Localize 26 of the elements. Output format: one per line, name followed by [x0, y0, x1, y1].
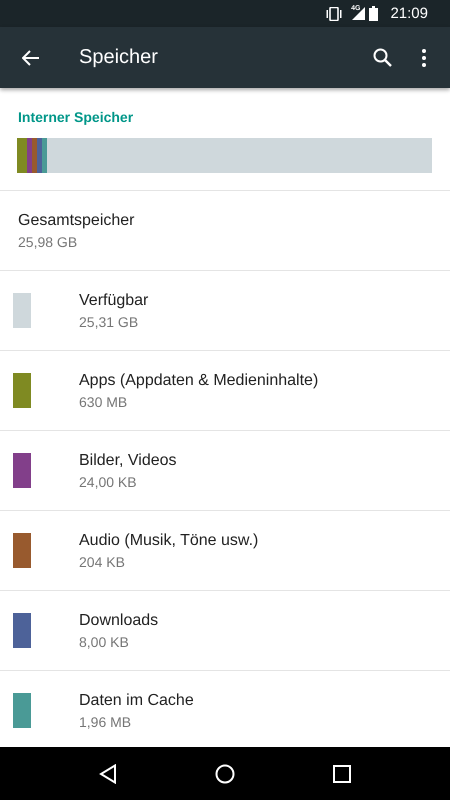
home-icon[interactable]: [215, 764, 235, 784]
category-label[interactable]: Bilder, Videos: [79, 452, 177, 470]
more-options-icon[interactable]: [422, 48, 426, 66]
category-label[interactable]: Audio (Musik, Töne usw.): [79, 532, 258, 550]
category-size: 8,00 KB: [79, 634, 130, 650]
category-label[interactable]: Downloads: [79, 612, 158, 630]
vibrate-icon: [325, 6, 344, 20]
clock: 21:09: [390, 5, 428, 22]
total-storage-value: 25,98 GB: [18, 234, 78, 250]
search-icon[interactable]: [373, 48, 392, 67]
category-size: 630 MB: [79, 394, 128, 410]
category-label[interactable]: Daten im Cache: [79, 692, 194, 710]
battery-icon: [369, 6, 378, 21]
category-size: 1,96 MB: [79, 714, 132, 730]
toolbar-title: Speicher: [79, 46, 159, 69]
recents-icon[interactable]: [333, 764, 351, 782]
back-icon[interactable]: [99, 764, 117, 784]
category-size: 204 KB: [79, 554, 126, 570]
signal-icon: [352, 7, 366, 20]
category-size: 25,31 GB: [79, 314, 140, 330]
total-storage-label: Gesamtspeicher: [18, 212, 136, 230]
category-label[interactable]: Apps (Appdaten & Medieninhalte): [79, 372, 318, 390]
section-header: Interner Speicher: [17, 108, 134, 126]
category-label[interactable]: Verfügbar: [79, 292, 148, 310]
category-size: 24,00 KB: [79, 474, 138, 490]
back-arrow-icon[interactable]: [22, 50, 40, 66]
